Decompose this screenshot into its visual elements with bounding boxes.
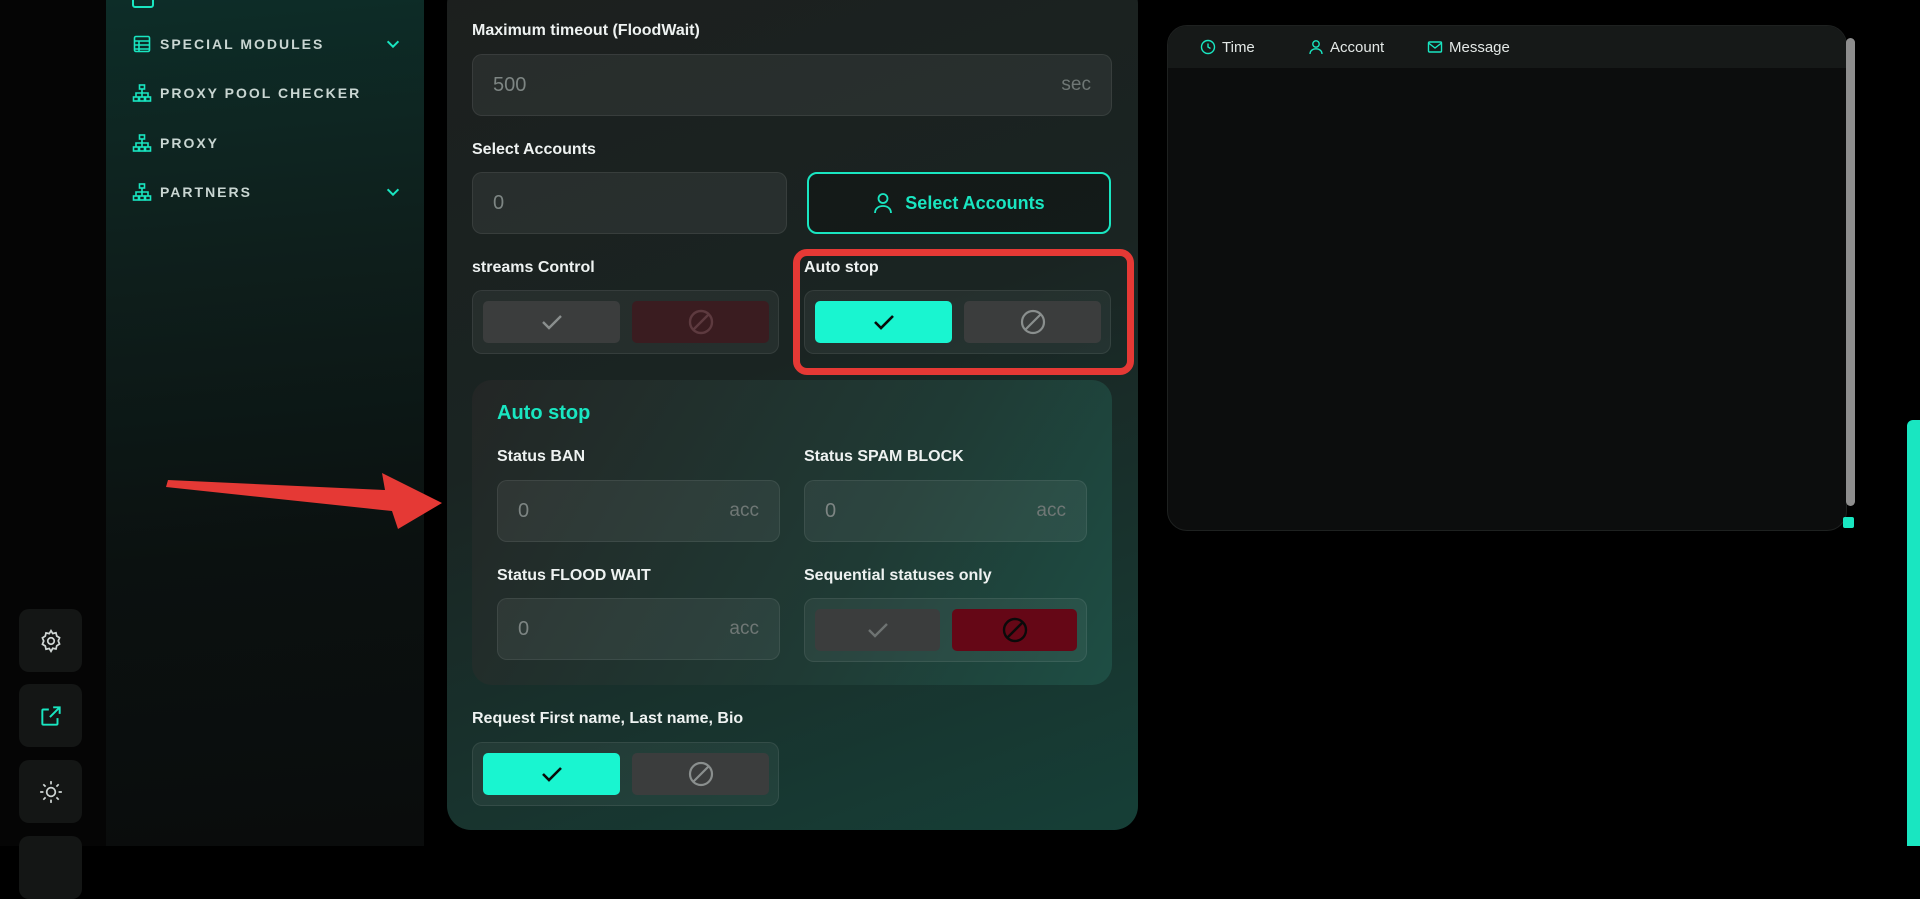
rail-button-partial[interactable]	[19, 836, 82, 899]
mail-icon	[1427, 41, 1443, 53]
status-spam-block-label: Status SPAM BLOCK	[804, 448, 964, 465]
log-resize-handle[interactable]	[1843, 517, 1854, 528]
status-ban-value: 0	[518, 499, 530, 522]
check-icon	[541, 767, 562, 782]
sequential-statuses-toggle	[804, 598, 1087, 662]
streams-control-disable-button[interactable]	[632, 301, 769, 343]
log-scrollbar[interactable]	[1846, 38, 1855, 506]
status-flood-wait-value: 0	[518, 617, 530, 640]
check-icon	[541, 315, 562, 330]
streams-control-toggle	[472, 290, 779, 354]
external-link-icon	[40, 705, 61, 726]
status-ban-input[interactable]: 0 acc	[497, 480, 780, 542]
sidebar-item-special-modules[interactable]: SPECIAL MODULES	[132, 32, 402, 56]
request-profile-disable-button[interactable]	[632, 753, 769, 795]
sidebar-item-proxy[interactable]: PROXY	[132, 131, 402, 155]
table-icon	[133, 35, 151, 53]
auto-stop-panel-title: Auto stop	[497, 402, 591, 424]
sequential-statuses-disable-button[interactable]	[952, 609, 1077, 651]
status-spam-block-unit: acc	[1036, 500, 1066, 521]
user-icon	[1309, 40, 1323, 55]
max-timeout-unit: sec	[1061, 74, 1091, 95]
theme-toggle-button[interactable]	[19, 760, 82, 823]
gear-icon	[40, 628, 61, 653]
status-spam-block-input[interactable]: 0 acc	[804, 480, 1087, 542]
max-timeout-label: Maximum timeout (FloodWait)	[472, 22, 700, 39]
sidebar-item-label: PROXY POOL CHECKER	[160, 85, 362, 101]
sequential-statuses-label: Sequential statuses only	[804, 567, 992, 584]
status-flood-wait-input[interactable]: 0 acc	[497, 598, 780, 660]
clock-icon	[1200, 39, 1216, 55]
status-ban-label: Status BAN	[497, 448, 586, 465]
check-icon	[867, 623, 888, 638]
request-profile-enable-button[interactable]	[483, 753, 620, 795]
select-accounts-button-label: Select Accounts	[905, 192, 1045, 213]
sidebar-item-label: SPECIAL MODULES	[160, 36, 325, 52]
status-ban-unit: acc	[729, 500, 759, 521]
external-link-button[interactable]	[19, 684, 82, 747]
status-flood-wait-label: Status FLOOD WAIT	[497, 567, 651, 584]
annotation-highlight-box	[793, 249, 1134, 375]
log-column-message[interactable]: Message	[1427, 39, 1510, 56]
block-icon	[1002, 617, 1027, 643]
selected-accounts-count-input[interactable]: 0	[472, 172, 787, 234]
log-column-label: Message	[1449, 38, 1510, 56]
sequential-statuses-enable-button[interactable]	[815, 609, 940, 651]
sidebar: SPECIAL MODULES PROXY POOL CHECKER PROXY…	[106, 0, 424, 846]
block-icon	[688, 761, 713, 787]
network-icon	[132, 84, 152, 102]
log-column-label: Time	[1222, 38, 1255, 56]
network-icon	[132, 183, 152, 201]
log-header: Time Account Message	[1168, 26, 1846, 68]
select-accounts-button[interactable]: Select Accounts	[807, 172, 1111, 234]
settings-button[interactable]	[19, 609, 82, 672]
chevron-down-icon[interactable]	[384, 183, 402, 201]
sidebar-item-partners[interactable]: PARTNERS	[132, 180, 402, 204]
chevron-down-icon[interactable]	[384, 35, 402, 53]
request-profile-label: Request First name, Last name, Bio	[472, 710, 744, 727]
theme-toggle-icon	[39, 780, 62, 803]
user-icon	[874, 193, 893, 214]
max-timeout-value: 500	[493, 73, 527, 96]
streams-control-label: streams Control	[472, 259, 595, 276]
network-icon	[132, 134, 152, 152]
sidebar-item-partial-icon	[132, 0, 154, 8]
streams-control-enable-button[interactable]	[483, 301, 620, 343]
log-column-time[interactable]: Time	[1200, 39, 1255, 56]
page-scrollbar[interactable]	[1907, 420, 1920, 846]
sidebar-item-label: PROXY	[160, 135, 220, 151]
status-flood-wait-unit: acc	[729, 618, 759, 639]
sidebar-item-proxy-pool-checker[interactable]: PROXY POOL CHECKER	[132, 81, 402, 105]
log-panel: Time Account Message	[1167, 25, 1847, 531]
select-accounts-label: Select Accounts	[472, 141, 596, 158]
sidebar-item-label: PARTNERS	[160, 184, 252, 200]
status-spam-block-value: 0	[825, 499, 837, 522]
left-rail	[0, 0, 106, 899]
log-column-account[interactable]: Account	[1308, 39, 1384, 56]
log-column-label: Account	[1330, 38, 1385, 56]
block-icon	[688, 309, 713, 335]
max-timeout-input[interactable]: 500 sec	[472, 54, 1112, 116]
annotation-arrow	[166, 473, 442, 529]
request-profile-toggle	[472, 742, 779, 806]
selected-accounts-value: 0	[493, 191, 505, 214]
